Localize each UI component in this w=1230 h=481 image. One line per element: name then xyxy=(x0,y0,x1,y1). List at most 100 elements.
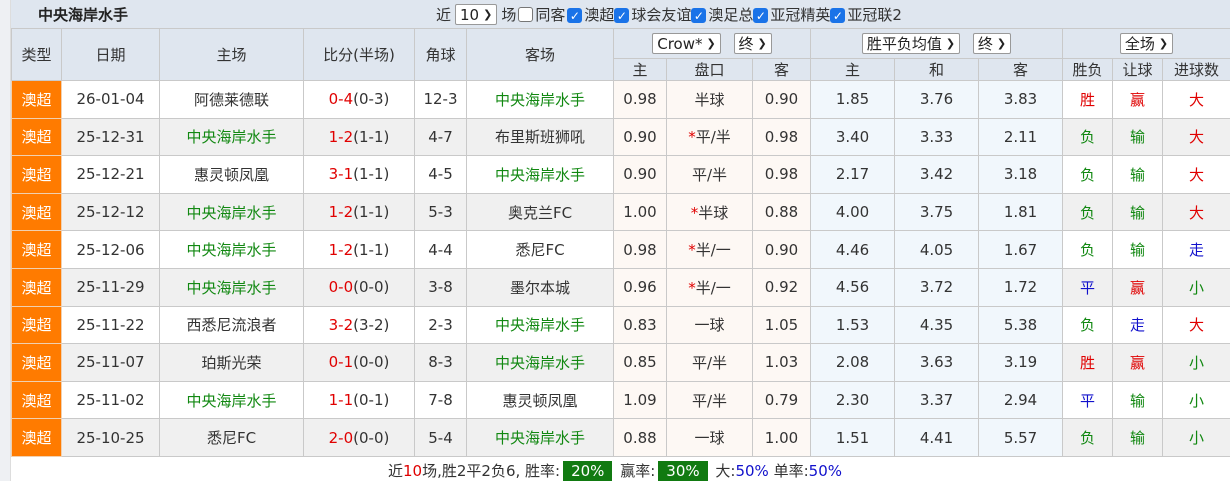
subheader-cell: 胜负 xyxy=(1062,58,1114,81)
table-row[interactable]: 澳超 25-11-22 西悉尼流浪者 3-2(3-2) 2-3 中央海岸水手 0… xyxy=(11,305,1230,345)
score[interactable]: 1-1(0-1) xyxy=(303,380,415,420)
handicap-line[interactable]: 平/半 xyxy=(666,343,753,382)
home-team[interactable]: 悉尼FC xyxy=(159,418,304,457)
handicap-line[interactable]: 平/半 xyxy=(666,155,753,194)
table-row[interactable]: 澳超 25-11-07 珀斯光荣 0-1(0-0) 8-3 中央海岸水手 0.8… xyxy=(11,343,1230,382)
result: 胜 xyxy=(1062,80,1114,119)
handicap-line[interactable]: *半/一 xyxy=(666,267,753,307)
odds-home: 0.83 xyxy=(613,305,667,345)
away-team[interactable]: 奥克兰FC xyxy=(466,192,614,232)
away-team[interactable]: 惠灵顿凤凰 xyxy=(466,380,614,420)
score[interactable]: 1-2(1-1) xyxy=(303,192,415,232)
table-row[interactable]: 澳超 25-12-21 惠灵顿凤凰 3-1(1-1) 4-5 中央海岸水手 0.… xyxy=(11,155,1230,194)
handicap-line[interactable]: *平/半 xyxy=(666,117,753,157)
league-type[interactable]: 澳超 xyxy=(11,80,62,119)
league-type[interactable]: 澳超 xyxy=(11,155,62,194)
handicap-line[interactable]: 一球 xyxy=(666,418,753,457)
handicap-line[interactable]: 平/半 xyxy=(666,380,753,420)
match-date: 25-11-02 xyxy=(61,380,160,420)
odds-stage-select[interactable]: 终 ❯ xyxy=(733,32,772,54)
away-team[interactable]: 中央海岸水手 xyxy=(466,305,614,345)
goals-result: 大 xyxy=(1162,117,1230,157)
corners: 5-4 xyxy=(414,418,467,457)
league-type[interactable]: 澳超 xyxy=(11,305,62,345)
odds-header: Crow* ❯ 终 ❯ xyxy=(612,28,812,59)
score[interactable]: 1-2(1-1) xyxy=(303,117,415,157)
odds-away: 0.90 xyxy=(751,80,812,119)
home-team[interactable]: 西悉尼流浪者 xyxy=(159,305,304,345)
away-team[interactable]: 中央海岸水手 xyxy=(466,343,614,382)
match-date: 25-12-21 xyxy=(61,155,160,194)
league-checkbox[interactable]: ✓ xyxy=(691,8,707,23)
subheader-cell: 进球数 xyxy=(1162,58,1230,81)
score[interactable]: 0-4(0-3) xyxy=(303,80,415,119)
away-team[interactable]: 悉尼FC xyxy=(466,230,614,269)
handicap-line[interactable]: 一球 xyxy=(666,305,753,345)
subheader-cell: 让球 xyxy=(1112,58,1164,81)
match-count-select[interactable]: 10 ❯ xyxy=(455,4,498,25)
handicap-line[interactable]: *半球 xyxy=(666,192,753,232)
corners: 7-8 xyxy=(414,380,467,420)
home-team[interactable]: 珀斯光荣 xyxy=(159,343,304,382)
col-date: 日期 xyxy=(61,28,160,81)
score[interactable]: 3-1(1-1) xyxy=(303,155,415,194)
score[interactable]: 3-2(3-2) xyxy=(303,305,415,345)
score[interactable]: 0-0(0-0) xyxy=(303,267,415,307)
same-host-checkbox[interactable] xyxy=(518,7,534,22)
chevron-down-icon: ❯ xyxy=(483,8,493,21)
table-row[interactable]: 澳超 25-10-25 悉尼FC 2-0(0-0) 5-4 中央海岸水手 0.8… xyxy=(11,418,1230,457)
avg-stage-select[interactable]: 终 ❯ xyxy=(972,33,1012,54)
avg-home: 4.56 xyxy=(810,267,896,307)
score[interactable]: 2-0(0-0) xyxy=(303,418,415,457)
home-team[interactable]: 中央海岸水手 xyxy=(159,117,304,157)
home-team[interactable]: 阿德莱德联 xyxy=(159,80,304,119)
result: 负 xyxy=(1062,230,1114,269)
home-team[interactable]: 惠灵顿凤凰 xyxy=(159,155,304,194)
league-checkbox[interactable]: ✓ xyxy=(567,8,583,23)
table-row[interactable]: 澳超 25-12-31 中央海岸水手 1-2(1-1) 4-7 布里斯班狮吼 0… xyxy=(11,117,1230,157)
half-time-score: (1-1) xyxy=(353,165,390,184)
table-row[interactable]: 澳超 25-12-06 中央海岸水手 1-2(1-1) 4-4 悉尼FC 0.9… xyxy=(11,230,1230,269)
odds-company-select[interactable]: Crow* ❯ xyxy=(652,33,721,55)
score[interactable]: 0-1(0-0) xyxy=(303,343,415,382)
league-type[interactable]: 澳超 xyxy=(11,343,62,382)
away-team[interactable]: 中央海岸水手 xyxy=(466,155,614,194)
away-team[interactable]: 墨尔本城 xyxy=(466,267,614,307)
subheader-cell: 主 xyxy=(810,58,896,81)
half-time-score: (0-3) xyxy=(353,90,390,109)
league-type[interactable]: 澳超 xyxy=(11,192,62,232)
goals-result: 小 xyxy=(1162,267,1230,307)
home-team[interactable]: 中央海岸水手 xyxy=(159,192,304,232)
league-type[interactable]: 澳超 xyxy=(11,117,62,157)
result: 负 xyxy=(1062,305,1114,345)
star-mark: * xyxy=(688,241,696,260)
odds-home: 1.00 xyxy=(613,192,667,232)
league-checkbox[interactable]: ✓ xyxy=(830,8,846,23)
league-type[interactable]: 澳超 xyxy=(11,267,62,307)
handicap-line[interactable]: *半/一 xyxy=(666,230,753,269)
league-checkbox[interactable]: ✓ xyxy=(614,8,630,23)
table-row[interactable]: 澳超 25-11-02 中央海岸水手 1-1(0-1) 7-8 惠灵顿凤凰 1.… xyxy=(11,380,1230,420)
home-team[interactable]: 中央海岸水手 xyxy=(159,380,304,420)
home-team[interactable]: 中央海岸水手 xyxy=(159,267,304,307)
half-time-score: (1-1) xyxy=(353,127,390,146)
away-team[interactable]: 中央海岸水手 xyxy=(466,80,614,119)
league-type[interactable]: 澳超 xyxy=(11,230,62,269)
away-team[interactable]: 中央海岸水手 xyxy=(466,418,614,457)
table-row[interactable]: 澳超 26-01-04 阿德莱德联 0-4(0-3) 12-3 中央海岸水手 0… xyxy=(11,80,1230,119)
league-type[interactable]: 澳超 xyxy=(11,418,62,457)
league-type[interactable]: 澳超 xyxy=(11,380,62,420)
avg-type-select[interactable]: 胜平负均值 ❯ xyxy=(861,33,961,54)
away-team[interactable]: 布里斯班狮吼 xyxy=(466,117,614,157)
avg-header: 胜平负均值 ❯ 终 ❯ xyxy=(810,28,1064,59)
handicap-line[interactable]: 半球 xyxy=(666,80,753,119)
avg-home: 4.46 xyxy=(810,230,896,269)
period-select[interactable]: 全场 ❯ xyxy=(1119,33,1174,54)
half-time-score: (0-0) xyxy=(353,353,390,372)
table-row[interactable]: 澳超 25-11-29 中央海岸水手 0-0(0-0) 3-8 墨尔本城 0.9… xyxy=(11,267,1230,307)
league-checkbox[interactable]: ✓ xyxy=(753,8,769,23)
home-team[interactable]: 中央海岸水手 xyxy=(159,230,304,269)
score[interactable]: 1-2(1-1) xyxy=(303,230,415,269)
summary: 近10场,胜2平2负6, 胜率: 20% 赢率: 30% 大:50% 单率:50% xyxy=(0,460,1230,481)
table-row[interactable]: 澳超 25-12-12 中央海岸水手 1-2(1-1) 5-3 奥克兰FC 1.… xyxy=(11,192,1230,232)
